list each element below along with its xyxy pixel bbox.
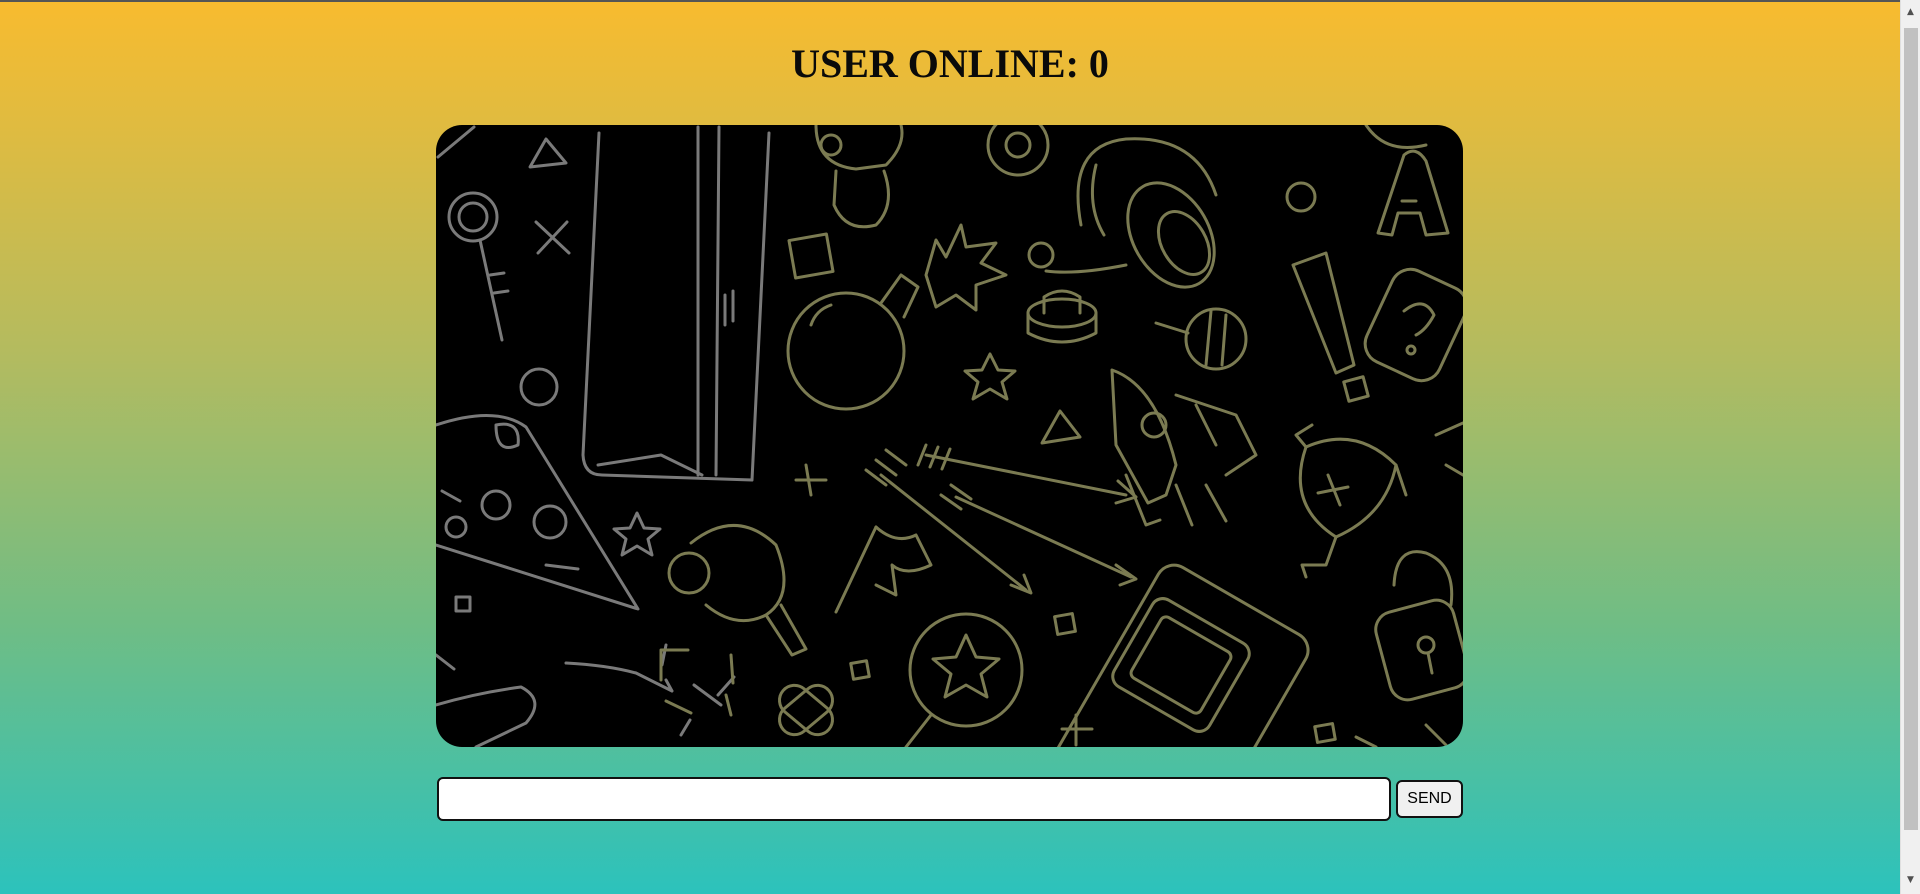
flag-icon <box>834 525 933 614</box>
handheld-console-icon <box>1052 563 1310 747</box>
doodle-background <box>436 125 1463 747</box>
message-composer: SEND <box>437 777 1463 821</box>
bandage-icon <box>778 683 834 737</box>
headphones-icon <box>1027 137 1218 289</box>
lollipop-icon <box>1154 307 1248 371</box>
star-icon <box>963 352 1017 401</box>
square-icon <box>1053 612 1077 636</box>
star-icon <box>612 511 662 557</box>
square-icon <box>1313 722 1337 744</box>
mushroom-icon <box>814 125 904 229</box>
cross-icon <box>534 220 571 255</box>
exclamation-icon <box>1291 251 1370 403</box>
chat-messages-area[interactable] <box>436 125 1463 747</box>
ping-pong-icon <box>667 524 808 657</box>
send-button[interactable]: SEND <box>1396 780 1463 818</box>
circle-icon <box>1285 181 1317 213</box>
gamepad-icon <box>436 653 537 747</box>
square-icon <box>849 659 871 681</box>
page-background: USER ONLINE: 0 SEND <box>0 0 1900 894</box>
message-input[interactable] <box>437 777 1391 821</box>
cross-icon <box>794 463 828 497</box>
scroll-up-arrow-icon[interactable]: ▲ <box>1901 4 1920 21</box>
medal-icon <box>986 125 1050 177</box>
question-block-icon <box>1363 267 1463 383</box>
letter-a-icon <box>1376 149 1450 237</box>
button-icon <box>1026 289 1098 344</box>
square-icon <box>787 232 835 280</box>
trophy-icon <box>1294 423 1408 579</box>
rocket-icon <box>1110 368 1258 527</box>
square-icon <box>454 595 472 613</box>
medal-icon <box>904 612 1024 747</box>
vertical-scrollbar[interactable]: ▲ ▼ <box>1900 0 1920 894</box>
key-icon <box>447 191 510 342</box>
bomb-icon <box>786 223 1008 411</box>
triangle-icon <box>528 137 568 169</box>
triangle-icon <box>1040 409 1082 445</box>
scrollbar-thumb[interactable] <box>1904 28 1918 830</box>
console-icon <box>581 125 771 482</box>
padlock-icon <box>1374 550 1463 702</box>
scroll-down-arrow-icon[interactable]: ▼ <box>1901 872 1920 889</box>
circle-icon <box>519 367 559 407</box>
online-users-title: USER ONLINE: 0 <box>791 41 1109 86</box>
pizza-icon <box>436 414 640 611</box>
